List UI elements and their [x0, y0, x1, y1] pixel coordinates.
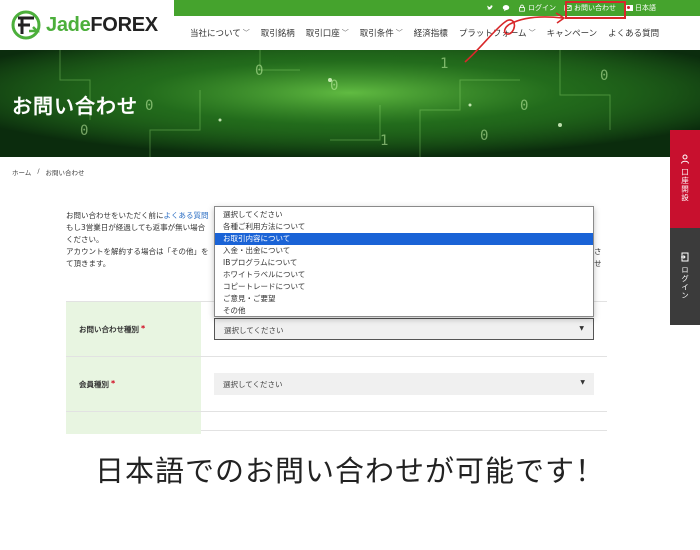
nav-label: 取引口座	[305, 29, 340, 39]
nav-item-instruments[interactable]: 取引銘柄	[261, 27, 295, 39]
required-mark: *	[141, 324, 146, 333]
nav-label: 取引条件	[359, 29, 394, 39]
lock-icon	[519, 4, 525, 12]
inquiry-type-label: お問い合わせ種別 *	[66, 302, 201, 356]
intro-line-4: アカウントを解約する場合は「その他」を	[66, 247, 209, 256]
login-icon	[681, 252, 689, 262]
contact-highlight-box	[565, 1, 626, 19]
side-tab-login[interactable]: ログイン	[670, 228, 700, 325]
member-type-label-text: 会員種別	[79, 380, 109, 389]
member-type-label: 会員種別 *	[66, 357, 201, 411]
page-title: お問い合わせ	[12, 96, 138, 118]
breadcrumb-separator: /	[37, 167, 40, 175]
inquiry-type-dropdown-list: 選択してください 各種ご利用方法について お取引内容について 入金・出金について…	[214, 206, 594, 317]
logo-mark-icon	[11, 10, 41, 40]
nav-item-conditions[interactable]: 取引条件 ﹀	[360, 27, 403, 39]
nav-label: よくある質問	[608, 29, 660, 39]
dropdown-option[interactable]: 各種ご利用方法について	[215, 221, 593, 233]
faq-link[interactable]: よくある質問	[164, 211, 209, 220]
member-type-select[interactable]: 選択してください ▼	[214, 373, 594, 395]
site-header: JadeFOREX ログイン お問い合わせ 日本語 当社について ﹀ 取引銘柄 …	[0, 0, 700, 50]
member-type-select-value: 選択してください	[223, 380, 283, 389]
chevron-down-icon: ﹀	[242, 29, 250, 37]
contact-form: お問い合わせ種別 * 選択してください ▼ 会員種別 * 選択してください ▼	[66, 301, 607, 434]
nav-label: 当社について	[190, 29, 241, 39]
language-selector[interactable]: 日本語	[624, 3, 656, 13]
nav-item-economic-indicators[interactable]: 経済指標	[414, 27, 448, 39]
form-row-member-type: 会員種別 * 選択してください ▼	[66, 356, 607, 411]
dropdown-option[interactable]: ご意見・ご要望	[215, 293, 593, 305]
chevron-down-icon: ﹀	[395, 29, 403, 37]
dropdown-caret-icon: ▼	[580, 379, 585, 386]
jadeforex-logo[interactable]: JadeFOREX	[10, 8, 160, 42]
topbar-login-label: ログイン	[528, 4, 556, 12]
breadcrumb-current: お問い合わせ	[45, 169, 85, 177]
nav-label: プラットフォーム	[458, 29, 527, 39]
svg-text:1: 1	[380, 133, 388, 149]
logo-text: JadeFOREX	[46, 14, 158, 37]
language-label: 日本語	[635, 4, 656, 12]
required-mark: *	[111, 379, 116, 388]
inquiry-type-select-value: 選択してください	[224, 326, 284, 335]
nav-item-about[interactable]: 当社について ﹀	[190, 27, 250, 39]
dropdown-option[interactable]: 選択してください	[215, 209, 593, 221]
svg-text:0: 0	[520, 98, 528, 114]
svg-text:0: 0	[80, 123, 88, 139]
inquiry-type-select[interactable]: 選択してください ▼	[214, 318, 594, 340]
main-nav: 当社について ﹀ 取引銘柄 取引口座 ﹀ 取引条件 ﹀ 経済指標 プラットフォーム ﹀ …	[190, 27, 659, 39]
caption-text: 日本語でのお問い合わせが可能です！	[94, 454, 605, 488]
line-chat-icon[interactable]	[502, 4, 510, 12]
nav-label: キャンペーン	[546, 29, 598, 39]
breadcrumb-home-link[interactable]: ホーム	[12, 167, 31, 177]
inquiry-type-label-text: お問い合わせ種別	[79, 325, 139, 334]
svg-text:0: 0	[255, 63, 263, 79]
dropdown-option[interactable]: ホワイトラベルについて	[215, 269, 593, 281]
nav-item-accounts[interactable]: 取引口座 ﹀	[306, 27, 349, 39]
side-tab-open-account[interactable]: 口座開設	[670, 130, 700, 228]
intro-line-4-tail: させ	[594, 247, 602, 268]
topbar-login-link[interactable]: ログイン	[518, 3, 556, 13]
svg-text:0: 0	[480, 128, 488, 144]
user-icon	[681, 154, 689, 164]
intro-line-1-text: お問い合わせをいただく前に	[66, 211, 164, 220]
chevron-down-icon: ﹀	[528, 29, 536, 37]
nav-item-platform[interactable]: プラットフォーム ﹀	[459, 27, 536, 39]
side-tab-login-label: ログイン	[680, 266, 690, 300]
next-field-label	[66, 412, 201, 434]
side-tab-open-account-label: 口座開設	[680, 168, 690, 202]
dropdown-option[interactable]: 入金・出金について	[215, 245, 593, 257]
dropdown-option-highlighted[interactable]: お取引内容について	[215, 233, 593, 245]
dropdown-option[interactable]: その他	[215, 305, 593, 317]
logo-text-jade: Jade	[46, 13, 91, 36]
dropdown-option[interactable]: コピートレードについて	[215, 281, 593, 293]
nav-label: 経済指標	[413, 29, 448, 39]
svg-text:0: 0	[145, 98, 153, 114]
nav-item-faq[interactable]: よくある質問	[608, 27, 659, 39]
nav-label: 取引銘柄	[260, 29, 295, 39]
svg-text:1: 1	[440, 56, 448, 72]
svg-text:0: 0	[600, 68, 608, 84]
chevron-down-icon: ﹀	[341, 29, 349, 37]
logo-text-forex: FOREX	[90, 13, 158, 36]
dropdown-caret-icon: ▼	[579, 325, 584, 332]
dropdown-option[interactable]: IBプログラムについて	[215, 257, 593, 269]
nav-item-campaign[interactable]: キャンペーン	[547, 27, 598, 39]
form-row-next	[66, 411, 607, 434]
twitter-icon[interactable]	[486, 4, 494, 12]
hero-banner: 001 010 000 お問い合わせ	[0, 50, 700, 157]
breadcrumb: ホーム / お問い合わせ	[12, 167, 85, 177]
